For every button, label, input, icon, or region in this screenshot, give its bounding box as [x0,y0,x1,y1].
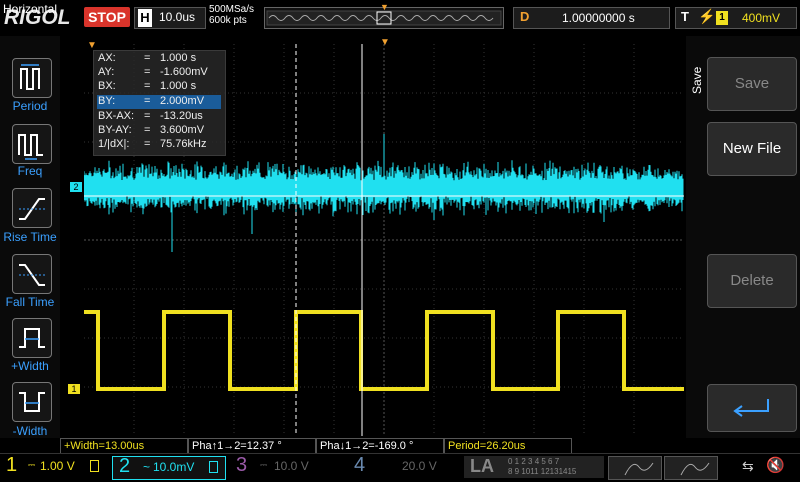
math-slot-2[interactable] [664,456,718,480]
neg-width-button[interactable] [12,382,52,422]
delay-box[interactable]: D 1.00000000 s [513,7,670,29]
trigger-label: T [681,9,689,24]
trigger-channel: 1 [716,11,728,25]
usb-icon: ⇆ [742,458,754,474]
ch1-scale: 1.00 V [40,459,75,473]
ch1-box[interactable]: 1 ⎓ 1.00 V [2,454,110,478]
fall-time-icon [19,264,45,286]
la-label: LA [470,456,494,476]
ch4-scale: 20.0 V [402,459,437,473]
period-label: Period [12,99,48,113]
return-button[interactable] [707,384,797,432]
rise-time-label: Rise Time [3,230,57,244]
delete-button[interactable]: Delete [707,254,797,308]
new-file-button[interactable]: New File [707,122,797,176]
neg-width-label: -Width [12,424,48,438]
math-slot-1[interactable] [608,456,662,480]
math-wave-icon [680,462,710,476]
bandwidth-limit-icon [209,461,218,473]
rise-time-button[interactable] [12,188,52,228]
measure-phase-fall[interactable]: Pha↓1→2=-169.0 ° [316,438,444,454]
rising-edge-icon: ⚡ [698,8,716,24]
rise-time-icon [19,198,45,220]
timebase-label: H [138,9,152,27]
la-bits-bottom: 8 9 1011 12131415 [508,467,577,476]
pos-width-icon [19,328,45,348]
neg-width-icon [19,392,45,412]
run-stop-status[interactable]: STOP [84,7,130,27]
freq-label: Freq [17,164,43,178]
timebase-box[interactable]: H 10.0us [134,7,206,29]
ch4-number: 4 [354,454,366,476]
ch4-box[interactable]: 4 20.0 V [350,454,460,478]
dc-coupling-icon: ⎓ [260,460,268,470]
delay-label: D [520,9,530,24]
fall-time-label: Fall Time [5,295,55,309]
ch3-scale: 10.0 V [274,459,309,473]
horizontal-menu-title: Horizontal [3,2,58,16]
cursor-readout: AX: = 1.000 s AY: = -1.600mV BX: = 1.000 s BY:… [93,50,226,156]
ch2-scale: 10.0mV [153,460,195,474]
measure-phase-rise[interactable]: Pha↑1→2=12.37 ° [188,438,316,454]
sample-rate: 500MSa/s [209,4,255,15]
bandwidth-limit-icon [90,460,99,472]
fall-time-button[interactable] [12,254,52,294]
readout-row-selected: BY: = 2.000mV [97,95,221,109]
return-arrow-icon [733,399,769,417]
delay-value: 1.00000000 s [562,11,635,25]
measure-pos-width[interactable]: +Width=13.00us [60,438,188,454]
freq-button[interactable] [12,124,52,164]
ch2-offset-marker[interactable]: 2 [70,182,82,192]
la-box[interactable]: LA 0 1 2 3 4 5 6 7 8 9 1011 12131415 [464,456,604,478]
timebase-value: 10.0us [159,10,196,24]
save-menu-title: Save [690,66,704,94]
ch2-box[interactable]: 2 ~ 10.0mV [112,455,226,480]
ch3-box[interactable]: 3 ⎓ 10.0 V [232,454,342,478]
period-icon [20,64,40,90]
trigger-position-icon: ▼ [380,2,389,12]
delay-marker-icon: ▼ [380,37,390,48]
measure-period[interactable]: Period=26.20us [444,438,572,454]
math-wave-icon [624,462,654,476]
la-bits-top: 0 1 2 3 4 5 6 7 [508,457,560,466]
trigger-level: 400mV [742,11,781,25]
trigger-box[interactable]: T ⚡ 1 400mV [675,7,797,29]
ch2-number: 2 [119,455,131,477]
memory-depth: 600k pts [209,15,247,26]
pos-width-label: +Width [11,359,49,373]
ch1-number: 1 [6,454,18,476]
dc-coupling-icon: ⎓ [28,460,36,470]
speaker-mute-icon[interactable]: 🔇 [766,456,785,474]
save-button[interactable]: Save [707,57,797,111]
period-button[interactable] [12,58,52,98]
ch1-offset-marker[interactable]: 1 [68,384,80,394]
ch3-number: 3 [236,454,248,476]
pos-width-button[interactable] [12,318,52,358]
freq-icon [18,134,43,160]
acquisition-info: 500MSa/s 600k pts [209,4,254,26]
ac-coupling-icon: ~ [143,460,151,474]
